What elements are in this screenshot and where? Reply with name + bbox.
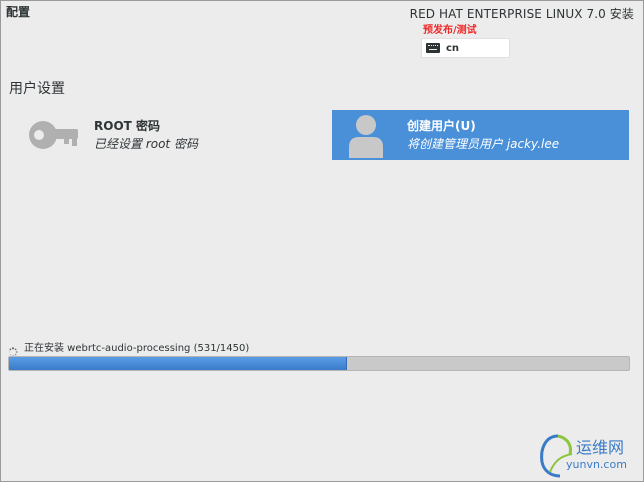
- keyboard-icon: [426, 43, 440, 53]
- keyboard-layout-value: cn: [446, 42, 460, 54]
- create-user-title: 创建用户(U): [407, 119, 476, 133]
- create-user-spoke[interactable]: 创建用户(U) 将创建管理员用户 jacky.lee: [332, 110, 629, 160]
- product-name: RED HAT ENTERPRISE LINUX 7.0 安装: [409, 7, 634, 21]
- watermark-logo-icon: [538, 432, 578, 482]
- keyboard-layout-indicator[interactable]: cn: [421, 38, 510, 58]
- install-progress-label: 正在安装 webrtc-audio-processing (531/1450): [24, 343, 250, 354]
- create-user-status: 将创建管理员用户 jacky.lee: [407, 137, 560, 151]
- install-progress-bar: [8, 356, 630, 371]
- user-icon: [346, 113, 386, 162]
- section-title-user-settings: 用户设置: [9, 81, 65, 97]
- key-icon: [26, 117, 84, 157]
- install-progress-status: 正在安装 webrtc-audio-processing (531/1450): [8, 339, 250, 356]
- root-password-title: ROOT 密码: [94, 119, 161, 133]
- prerelease-warning: 预发布/测试: [423, 25, 477, 36]
- page-title: 配置: [6, 5, 31, 19]
- watermark-name: 运维网: [576, 438, 625, 457]
- install-progress-fill: [9, 357, 347, 370]
- root-password-spoke[interactable]: ROOT 密码 已经设置 root 密码: [20, 110, 320, 160]
- root-password-status: 已经设置 root 密码: [94, 137, 198, 151]
- window-border: [0, 0, 644, 482]
- watermark-url: yunvn.com: [566, 458, 627, 471]
- spinner-icon: [8, 342, 18, 356]
- watermark: 运维网 yunvn.com: [538, 432, 638, 478]
